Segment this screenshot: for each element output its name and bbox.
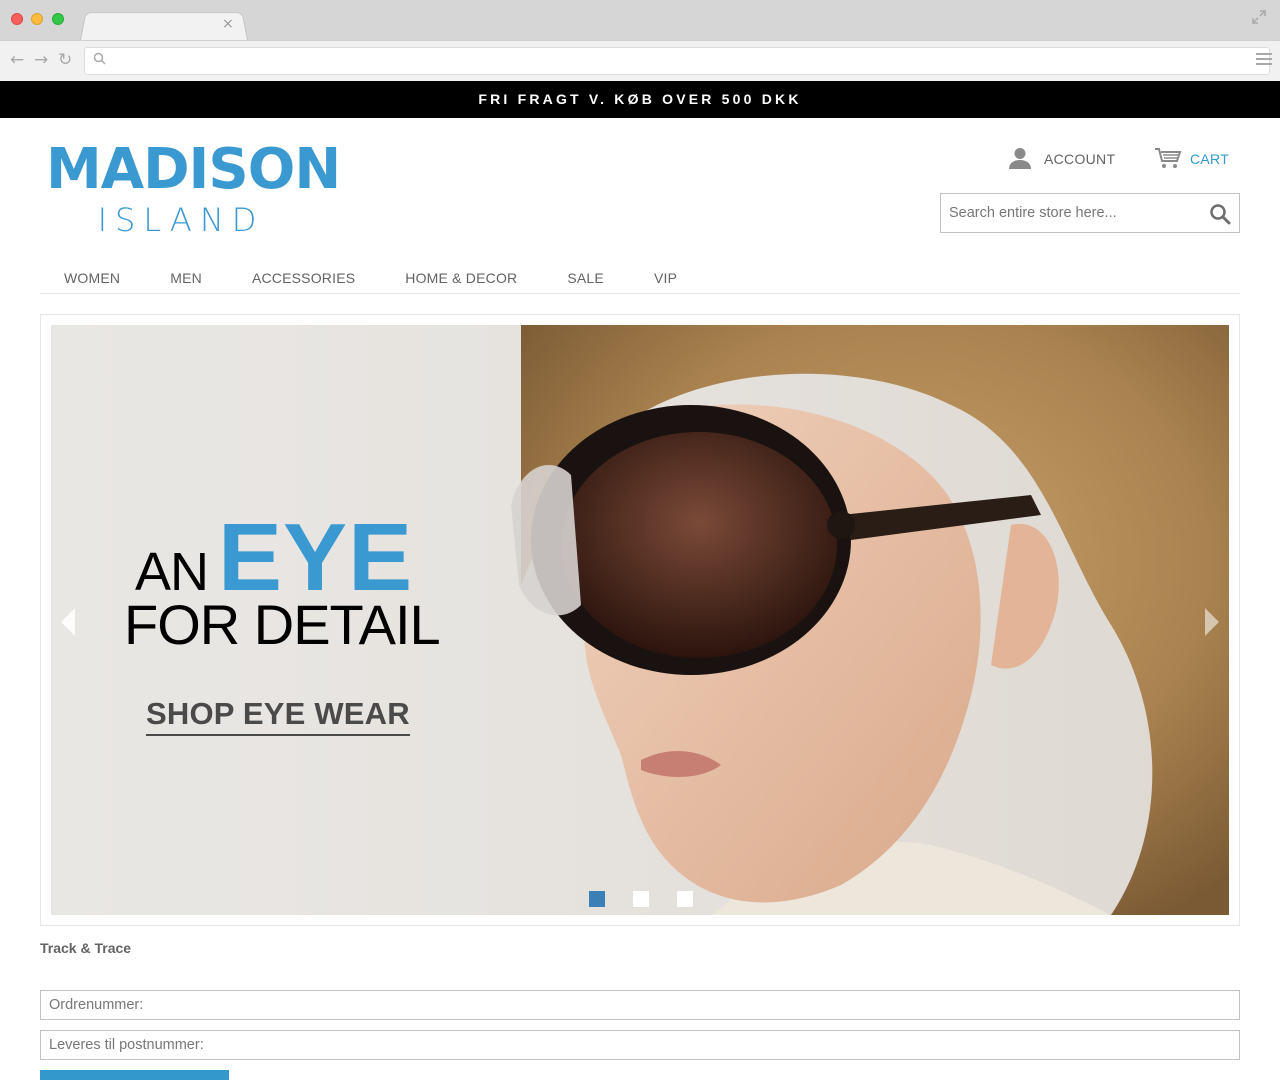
headline-line2: FOR DETAIL [124, 593, 441, 656]
order-number-input[interactable] [41, 991, 1239, 1019]
logo-main-text: MADISON [46, 137, 341, 202]
back-icon[interactable]: ← [10, 50, 24, 70]
cart-link[interactable]: CART [1154, 146, 1229, 172]
search-box [940, 193, 1240, 233]
pager-dot-1[interactable] [589, 891, 605, 907]
fullscreen-icon[interactable] [1252, 10, 1268, 26]
search-icon [1210, 204, 1231, 225]
cart-label: CART [1190, 151, 1230, 167]
tab-strip: × [0, 0, 1280, 40]
hero-slideshow: AN EYE FOR DETAIL SHOP EYE WEAR [40, 314, 1240, 926]
user-icon [1008, 147, 1032, 172]
reload-icon[interactable]: ↻ [58, 50, 72, 70]
cart-icon [1154, 147, 1182, 172]
tab-close-icon[interactable]: × [222, 16, 234, 32]
search-button[interactable] [1209, 203, 1231, 225]
logo-sub-text: ISLAND [97, 201, 265, 239]
forward-icon[interactable]: → [34, 50, 48, 70]
pager-dot-3[interactable] [677, 891, 693, 907]
menu-icon[interactable] [1256, 53, 1272, 68]
account-link[interactable]: ACCOUNT [1008, 146, 1115, 172]
promo-banner: FRI FRAGT V. KØB OVER 500 DKK [0, 81, 1280, 118]
logo[interactable]: MADISON ISLAND [46, 137, 341, 239]
maximize-window-button[interactable] [52, 13, 64, 25]
browser-toolbar: ← → ↻ [0, 40, 1280, 81]
slide-pager [589, 891, 693, 907]
nav-item-accessories[interactable]: ACCESSORIES [227, 262, 380, 286]
minimize-window-button[interactable] [31, 13, 43, 25]
shop-eyewear-link[interactable]: SHOP EYE WEAR [146, 696, 410, 736]
postcode-input[interactable] [41, 1031, 1239, 1059]
browser-chrome: × ← → ↻ [0, 0, 1280, 81]
nav-item-men[interactable]: MEN [145, 262, 227, 286]
pager-dot-2[interactable] [633, 891, 649, 907]
postcode-field-wrap [40, 1030, 1240, 1060]
next-slide-arrow-icon[interactable] [1205, 608, 1219, 636]
track-trace-title: Track & Trace [40, 940, 132, 956]
track-submit-button[interactable] [40, 1070, 229, 1080]
address-bar[interactable] [84, 47, 1270, 75]
nav-item-sale[interactable]: SALE [542, 262, 629, 286]
nav-item-home-decor[interactable]: HOME & DECOR [380, 262, 542, 286]
nav-item-vip[interactable]: VIP [629, 262, 702, 286]
account-label: ACCOUNT [1044, 151, 1116, 167]
main-nav: WOMEN MEN ACCESSORIES HOME & DECOR SALE … [40, 262, 1240, 294]
close-window-button[interactable] [11, 13, 23, 25]
order-number-field-wrap [40, 990, 1240, 1020]
nav-item-women[interactable]: WOMEN [40, 262, 145, 286]
prev-slide-arrow-icon[interactable] [61, 608, 75, 636]
hero-slide[interactable]: AN EYE FOR DETAIL SHOP EYE WEAR [51, 325, 1229, 915]
search-icon [93, 52, 107, 66]
search-input[interactable] [941, 194, 1191, 232]
